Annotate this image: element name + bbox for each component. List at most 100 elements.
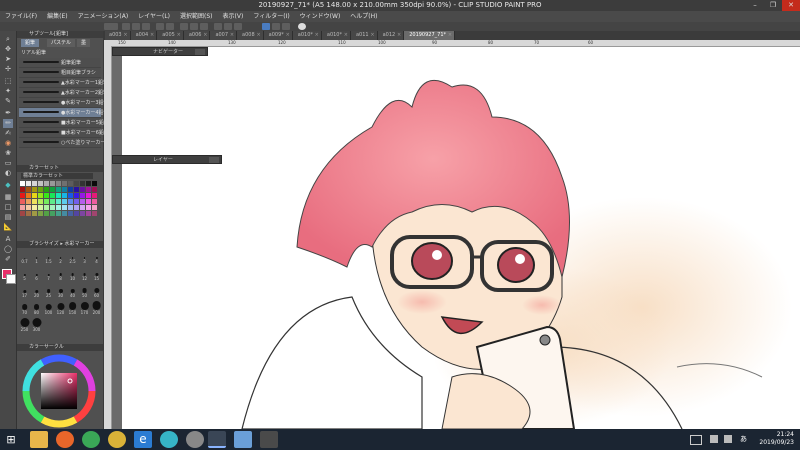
brush-item[interactable]: ■水彩マーカー5鉛筆 [19,118,109,128]
color-swatch[interactable] [50,187,55,192]
brush-size-option[interactable]: 30 [55,285,66,298]
undo-icon[interactable] [156,23,164,30]
brush-size-option[interactable]: 250 [19,318,30,332]
zoom-icon[interactable]: ⌕ [3,35,13,44]
auto-select-icon[interactable]: ✦ [3,87,13,96]
color-swatch[interactable] [92,199,97,204]
color-swatch[interactable] [50,205,55,210]
color-swatch[interactable] [68,193,73,198]
menu-animation[interactable]: アニメーション(A) [73,11,134,22]
brush-size-option[interactable]: 50 [79,285,90,298]
color-swatch[interactable] [68,205,73,210]
color-swatch[interactable] [68,211,73,216]
tablet-icon[interactable] [260,431,278,448]
color-swatch[interactable] [50,199,55,204]
photos-icon[interactable] [234,431,252,448]
help-icon[interactable] [298,23,306,30]
brush-size-option[interactable]: 70 [19,302,30,315]
color-swatch[interactable] [26,205,31,210]
color-swatch[interactable] [20,211,25,216]
tab-document[interactable]: a003 × [104,31,131,40]
transform-icon[interactable] [190,23,198,30]
close-icon[interactable]: × [177,31,181,40]
brush-item[interactable]: ○べた塗りマーカー鉛筆 [19,138,115,148]
balloon-icon[interactable]: ◯ [3,245,13,254]
invert-selection-icon[interactable] [234,23,242,30]
snap-icon[interactable] [262,23,270,30]
tab-document[interactable]: a004 × [130,31,158,40]
fill-icon[interactable]: ◆ [3,181,13,190]
airbrush-icon[interactable]: ◉ [3,139,13,148]
brush-size-option[interactable]: 6 [31,268,42,281]
color-swatch[interactable] [38,187,43,192]
color-swatch[interactable] [32,199,37,204]
layer-panel[interactable]: レイヤー [112,155,222,164]
close-icon[interactable]: × [397,31,401,40]
color-swatch[interactable] [86,193,91,198]
tab-document[interactable]: a008 × [237,31,264,40]
menu-window[interactable]: ウィンドウ(W) [295,11,346,22]
blend-icon[interactable]: ◐ [3,169,13,178]
clear-icon[interactable] [180,23,188,30]
brush-size-option[interactable]: 2 [55,251,66,264]
settings-app-icon[interactable] [186,431,204,448]
subtool-tab-ink[interactable]: 墨 [77,39,91,47]
tab-document[interactable]: a010* × [292,31,322,40]
menu-filter[interactable]: フィルター(I) [248,11,294,22]
new-icon[interactable] [122,23,130,30]
text-icon[interactable]: A [3,235,13,244]
brush-size-option[interactable]: 60 [91,285,102,298]
color-swatch[interactable] [50,193,55,198]
brush-size-option[interactable]: 5 [19,268,30,281]
maximize-button[interactable]: ❐ [764,0,782,11]
color-swatch[interactable] [56,199,61,204]
close-icon[interactable]: × [230,31,234,40]
panel-menu-icon[interactable] [209,157,219,163]
tab-document[interactable]: a006 × [183,31,211,40]
chat-icon[interactable] [160,431,178,448]
color-swatch[interactable] [92,181,97,186]
color-swatch[interactable] [26,187,31,192]
tab-document[interactable]: a011 × [350,31,378,40]
color-swatch[interactable] [44,205,49,210]
subtool-tab-pencil[interactable]: 鉛筆 [21,39,40,47]
tab-document[interactable]: a005 × [157,31,184,40]
brush-size-option[interactable]: 7 [43,268,54,281]
color-swatch[interactable] [38,199,43,204]
close-icon[interactable]: × [370,31,374,40]
color-swatch[interactable] [80,187,85,192]
color-swatch[interactable] [56,205,61,210]
color-swatch[interactable] [44,181,49,186]
brush-size-option[interactable]: 200 [91,301,102,315]
color-swatch[interactable] [62,199,67,204]
brush-size-option[interactable]: 80 [31,302,42,315]
color-swatch[interactable] [32,181,37,186]
color-swatch[interactable] [56,181,61,186]
move-layer-icon[interactable]: ✢ [3,65,13,74]
operation-icon[interactable]: ➤ [3,55,13,64]
color-swatch[interactable] [26,193,31,198]
pencil-icon[interactable]: ✏ [3,119,13,128]
color-swatch[interactable] [86,205,91,210]
move-icon[interactable]: ✥ [3,45,13,54]
selection-icon[interactable]: ⬚ [3,77,13,86]
file-explorer-icon[interactable] [30,431,48,448]
color-swatch[interactable] [80,181,85,186]
color-swatch[interactable] [86,199,91,204]
brush-size-option[interactable]: 12 [79,268,90,281]
brush-size-option[interactable]: 120 [55,302,66,315]
color-swatch[interactable] [32,187,37,192]
menu-file[interactable]: ファイル(F) [0,11,42,22]
close-button[interactable]: ✕ [782,0,800,11]
windows-start-icon[interactable]: ⊞ [2,431,20,448]
navigator-panel[interactable]: ナビゲーター [112,47,208,56]
menu-selection[interactable]: 選択範囲(S) [175,11,218,22]
menu-view[interactable]: 表示(V) [218,11,249,22]
color-swatch[interactable] [26,211,31,216]
color-swatch[interactable] [68,187,73,192]
correct-line-icon[interactable]: ✐ [3,255,13,264]
gradient-icon[interactable]: ▦ [3,193,13,202]
color-wheel[interactable] [21,353,97,429]
color-swatch[interactable] [20,199,25,204]
color-swatch[interactable] [62,181,67,186]
